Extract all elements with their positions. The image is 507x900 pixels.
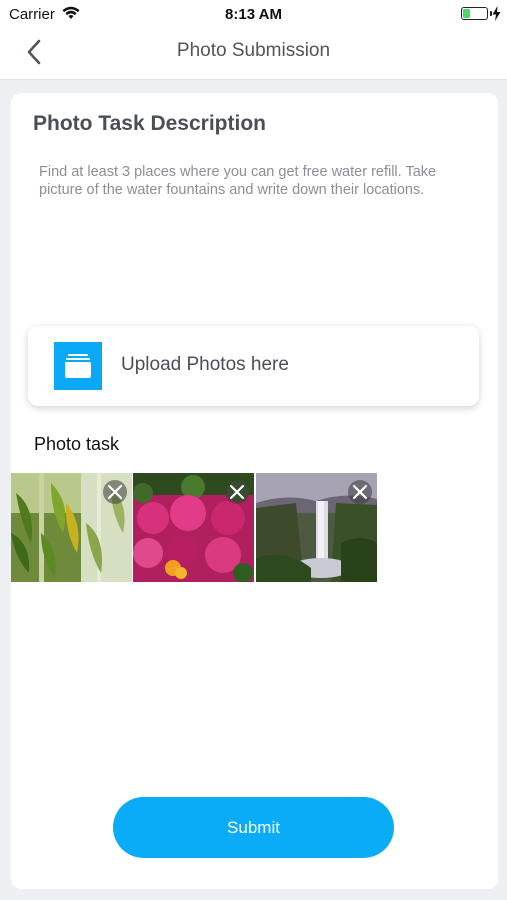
remove-photo-button[interactable]	[103, 480, 127, 504]
remove-photo-button[interactable]	[225, 480, 249, 504]
charging-bolt-icon	[492, 6, 501, 21]
photo-thumbnails	[11, 473, 377, 582]
battery-level	[463, 9, 470, 18]
submit-button[interactable]: Submit	[113, 797, 394, 858]
task-title: Photo Task Description	[33, 112, 266, 135]
battery-icon	[461, 7, 488, 20]
page-title: Photo Submission	[176, 40, 331, 61]
clock: 8:13 AM	[225, 6, 282, 23]
remove-photo-button[interactable]	[348, 480, 372, 504]
photo-thumbnail-bamboo[interactable]	[11, 473, 132, 582]
task-card: Photo Task Description Find at least 3 p…	[11, 93, 498, 889]
upload-photos-button[interactable]: Upload Photos here	[28, 326, 479, 406]
close-icon	[352, 484, 368, 500]
photo-thumbnail-waterfall[interactable]	[256, 473, 377, 582]
photo-stack-icon	[54, 342, 102, 390]
upload-label: Upload Photos here	[121, 354, 289, 375]
status-bar: Carrier 8:13 AM	[0, 0, 507, 28]
close-icon	[229, 484, 245, 500]
task-description: Find at least 3 places where you can get…	[39, 164, 437, 198]
close-icon	[107, 484, 123, 500]
photo-task-heading: Photo task	[34, 434, 120, 454]
photo-thumbnail-flowers[interactable]	[133, 473, 254, 582]
navigation-bar: Photo Submission	[0, 28, 507, 80]
